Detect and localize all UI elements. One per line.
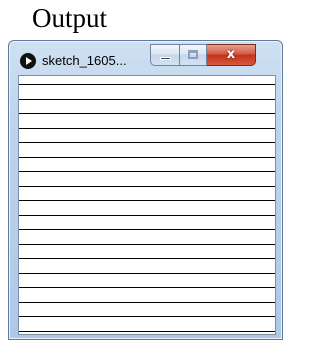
sketch-window: sketch_1605... x xyxy=(8,40,283,340)
caption-buttons: x xyxy=(150,44,256,66)
maximize-icon xyxy=(188,50,198,59)
canvas-drawing xyxy=(19,84,275,332)
window-title: sketch_1605... xyxy=(42,53,127,68)
title-bar[interactable]: sketch_1605... x xyxy=(9,41,282,73)
close-icon: x xyxy=(226,47,236,62)
sketch-canvas xyxy=(18,75,276,335)
maximize-button[interactable] xyxy=(180,44,207,66)
minimize-icon xyxy=(160,57,171,60)
minimize-button[interactable] xyxy=(150,44,180,66)
play-icon xyxy=(20,53,36,69)
page-heading: Output xyxy=(32,3,108,33)
close-button[interactable]: x xyxy=(207,44,256,66)
